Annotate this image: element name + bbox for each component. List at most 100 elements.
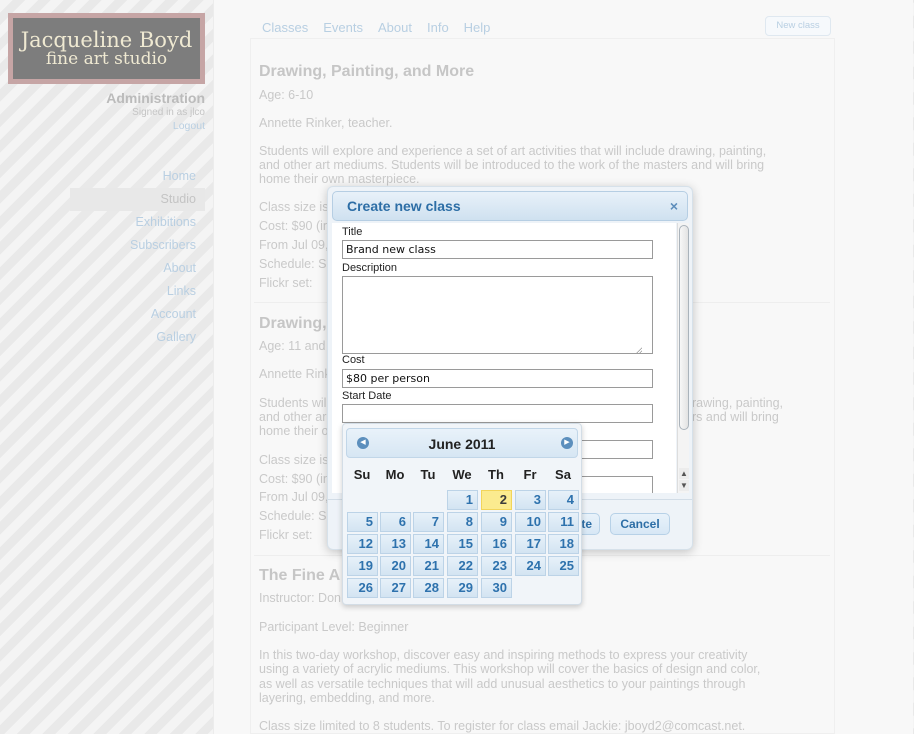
- tab-about[interactable]: About: [378, 20, 412, 35]
- class-description-line: home their own masterpiece.: [259, 172, 420, 186]
- day-cell-20[interactable]: 20: [380, 556, 411, 576]
- day-cell-30[interactable]: 30: [481, 578, 512, 598]
- day-cell-12[interactable]: 12: [347, 534, 378, 554]
- day-cell-17[interactable]: 17: [515, 534, 546, 554]
- day-cell-24[interactable]: 24: [515, 556, 546, 576]
- day-cell-26[interactable]: 26: [347, 578, 378, 598]
- day-cell-15[interactable]: 15: [447, 534, 478, 554]
- sidebar-item-gallery[interactable]: Gallery: [70, 326, 205, 349]
- class-flickr: Flickr set:: [259, 528, 313, 542]
- day-cell-11[interactable]: 11: [548, 512, 579, 532]
- day-cell-19[interactable]: 19: [347, 556, 378, 576]
- day-cell-4[interactable]: 4: [548, 490, 579, 510]
- close-icon[interactable]: ×: [670, 198, 678, 214]
- day-cell-27[interactable]: 27: [380, 578, 411, 598]
- class-cost: Cost: $90 (in: [259, 472, 330, 486]
- scrollbar-thumb[interactable]: [679, 225, 689, 430]
- description-textarea[interactable]: [342, 276, 653, 354]
- sidebar-nav: Home Studio Exhibitions Subscribers Abou…: [70, 165, 205, 349]
- day-cell-6[interactable]: 6: [380, 512, 411, 532]
- day-cell-16[interactable]: 16: [481, 534, 512, 554]
- class-description-line: Students will explore and experience a s…: [259, 144, 767, 158]
- admin-title: Administration: [106, 90, 205, 106]
- day-cell-9[interactable]: 9: [481, 512, 512, 532]
- tab-info[interactable]: Info: [427, 20, 449, 35]
- sidebar-item-studio[interactable]: Studio: [70, 188, 205, 211]
- weekday-label: We: [452, 467, 472, 482]
- title-label: Title: [342, 226, 363, 238]
- studio-logo[interactable]: Jacqueline Boyd fine art studio: [8, 13, 205, 84]
- class-title[interactable]: Drawing, Painting, and More: [259, 63, 474, 81]
- day-cell-29[interactable]: 29: [447, 578, 478, 598]
- day-cell-10[interactable]: 10: [515, 512, 546, 532]
- class-teacher: Annette Rinker, teacher.: [259, 116, 393, 130]
- sidebar-item-home[interactable]: Home: [70, 165, 205, 188]
- day-cell-28[interactable]: 28: [413, 578, 444, 598]
- description-label: Description: [342, 262, 398, 274]
- weekday-label: Mo: [385, 467, 405, 482]
- next-month-icon[interactable]: ▶: [561, 437, 573, 449]
- class-size: Class size is: [259, 200, 329, 214]
- class-age: Age: 6-10: [259, 88, 314, 102]
- cost-label: Cost: [342, 354, 365, 366]
- class-cost: Cost: $90 (in: [259, 219, 330, 233]
- day-cell-21[interactable]: 21: [413, 556, 444, 576]
- start-date-input[interactable]: [342, 404, 653, 423]
- day-cell-8[interactable]: 8: [447, 512, 478, 532]
- cancel-button[interactable]: Cancel: [610, 513, 670, 535]
- class-title[interactable]: The Fine A: [259, 567, 340, 585]
- logo-line-2: fine art studio: [45, 48, 168, 69]
- class-description-line: and other ar: [259, 410, 327, 424]
- cost-input[interactable]: $80 per person: [342, 369, 653, 388]
- sidebar-item-account[interactable]: Account: [70, 303, 205, 326]
- start-date-label: Start Date: [342, 390, 392, 402]
- day-cell-14[interactable]: 14: [413, 534, 444, 554]
- scroll-down-icon[interactable]: ▼: [679, 480, 689, 491]
- tab-classes[interactable]: Classes: [262, 20, 308, 35]
- dialog-titlebar[interactable]: Create new class ×: [332, 191, 688, 221]
- dialog-title: Create new class: [347, 198, 461, 214]
- datepicker: ◀ June 2011 ▶ Su Mo Tu We Th Fr Sa 1 2 3 4 5 6 7 8 9 10…: [342, 423, 582, 605]
- class-dates: From Jul 09,: [259, 490, 329, 504]
- class-description-line: layering, embedding, and more.: [259, 691, 435, 705]
- datepicker-month-title: June 2011: [428, 436, 496, 452]
- day-cell-1[interactable]: 1: [447, 490, 478, 510]
- class-description-line: as well as versatile techniques that wil…: [259, 677, 746, 691]
- class-dates: From Jul 09,: [259, 238, 329, 252]
- class-description-line: rs and will bring: [692, 410, 779, 424]
- weekday-label: Su: [353, 467, 371, 482]
- class-instructor: Instructor: Don: [259, 591, 341, 605]
- day-cell-5[interactable]: 5: [347, 512, 378, 532]
- title-input[interactable]: Brand new class: [342, 240, 653, 259]
- tab-help[interactable]: Help: [464, 20, 491, 35]
- scroll-up-icon[interactable]: ▲: [679, 468, 689, 479]
- day-cell-23[interactable]: 23: [481, 556, 512, 576]
- sidebar-item-exhibitions[interactable]: Exhibitions: [70, 211, 205, 234]
- class-title[interactable]: Drawing,: [259, 315, 327, 333]
- class-level: Participant Level: Beginner: [259, 620, 409, 634]
- day-cell-7[interactable]: 7: [413, 512, 444, 532]
- class-description-line: Students will: [259, 396, 330, 410]
- class-schedule: Schedule: S: [259, 509, 327, 523]
- class-description-line: home their o: [259, 424, 329, 438]
- sidebar-item-subscribers[interactable]: Subscribers: [70, 234, 205, 257]
- sidebar-item-about[interactable]: About: [70, 257, 205, 280]
- top-nav: Classes Events About Info Help: [262, 20, 490, 35]
- class-size: Class size limited to 8 students. To reg…: [259, 719, 746, 733]
- sidebar-item-links[interactable]: Links: [70, 280, 205, 303]
- dialog-scrollbar[interactable]: ▲ ▼: [677, 223, 689, 493]
- day-cell-22[interactable]: 22: [447, 556, 478, 576]
- datepicker-header: ◀ June 2011 ▶: [346, 428, 578, 458]
- class-age: Age: 11 and: [259, 339, 326, 353]
- day-cell-2[interactable]: 2: [481, 490, 512, 510]
- logout-link[interactable]: Logout: [60, 120, 205, 132]
- day-cell-25[interactable]: 25: [548, 556, 579, 576]
- day-cell-13[interactable]: 13: [380, 534, 411, 554]
- day-cell-3[interactable]: 3: [515, 490, 546, 510]
- resize-grip-icon[interactable]: [636, 347, 642, 353]
- day-cell-18[interactable]: 18: [548, 534, 579, 554]
- signed-in-text: Signed in as jlco: [132, 107, 205, 118]
- new-class-button[interactable]: New class: [765, 16, 831, 36]
- class-description-line: and other art mediums. Students will be …: [259, 158, 765, 172]
- tab-events[interactable]: Events: [323, 20, 363, 35]
